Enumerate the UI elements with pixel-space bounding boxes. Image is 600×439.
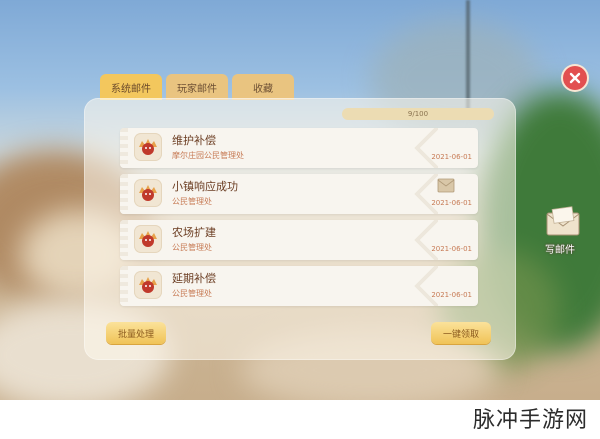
mail-sender: 公民管理处 [172,289,212,298]
watermark-text: 脉冲手游网 [472,408,588,433]
mole-avatar-icon [134,225,162,253]
ticket-notch [412,174,438,214]
tab-player-mail[interactable]: 玩家邮件 [166,74,228,100]
mail-date: 2021-06-01 [431,199,472,207]
write-mail-label: 写邮件 [545,245,575,256]
tab-system-mail[interactable]: 系统邮件 [100,74,162,100]
mail-title: 维护补偿 [172,134,216,147]
close-button[interactable] [563,66,587,90]
ticket-notch [412,220,438,260]
mail-item-town-response[interactable]: 小镇响应成功 公民管理处 2021-06-01 [120,174,478,214]
tab-favorites[interactable]: 收藏 [232,74,294,100]
envelope-attachment-icon [437,178,455,193]
claim-all-button[interactable]: 一键领取 [431,322,491,344]
ticket-notch [412,266,438,306]
mole-avatar-icon [134,271,162,299]
close-icon [569,72,581,84]
mail-sender: 公民管理处 [172,197,212,206]
mail-sender: 摩尔庄园公民管理处 [172,151,244,160]
button-label: 一键领取 [442,329,479,340]
mail-item-farm-expansion[interactable]: 农场扩建 公民管理处 2021-06-01 [120,220,478,260]
mail-date: 2021-06-01 [431,291,472,299]
tab-label: 玩家邮件 [177,83,217,95]
tab-label: 系统邮件 [111,83,151,95]
mail-capacity-bar: 9/100 [342,108,494,120]
mail-capacity-count: 9/100 [407,110,429,118]
mail-title: 延期补偿 [172,272,216,285]
ticket-notch [412,128,438,168]
mail-date: 2021-06-01 [431,153,472,161]
batch-process-button[interactable]: 批量处理 [106,322,166,344]
tab-label: 收藏 [253,83,273,95]
write-mail-button[interactable]: 写邮件 [543,205,589,257]
mail-title: 农场扩建 [172,226,216,239]
button-label: 批量处理 [117,329,154,340]
mole-avatar-icon [134,179,162,207]
write-letter-icon [546,206,580,236]
mole-avatar-icon [134,133,162,161]
mail-item-maintenance[interactable]: 维护补偿 摩尔庄园公民管理处 2021-06-01 [120,128,478,168]
mail-title: 小镇响应成功 [172,180,238,193]
mail-item-delay-compensation[interactable]: 延期补偿 公民管理处 2021-06-01 [120,266,478,306]
mail-date: 2021-06-01 [431,245,472,253]
mail-sender: 公民管理处 [172,243,212,252]
